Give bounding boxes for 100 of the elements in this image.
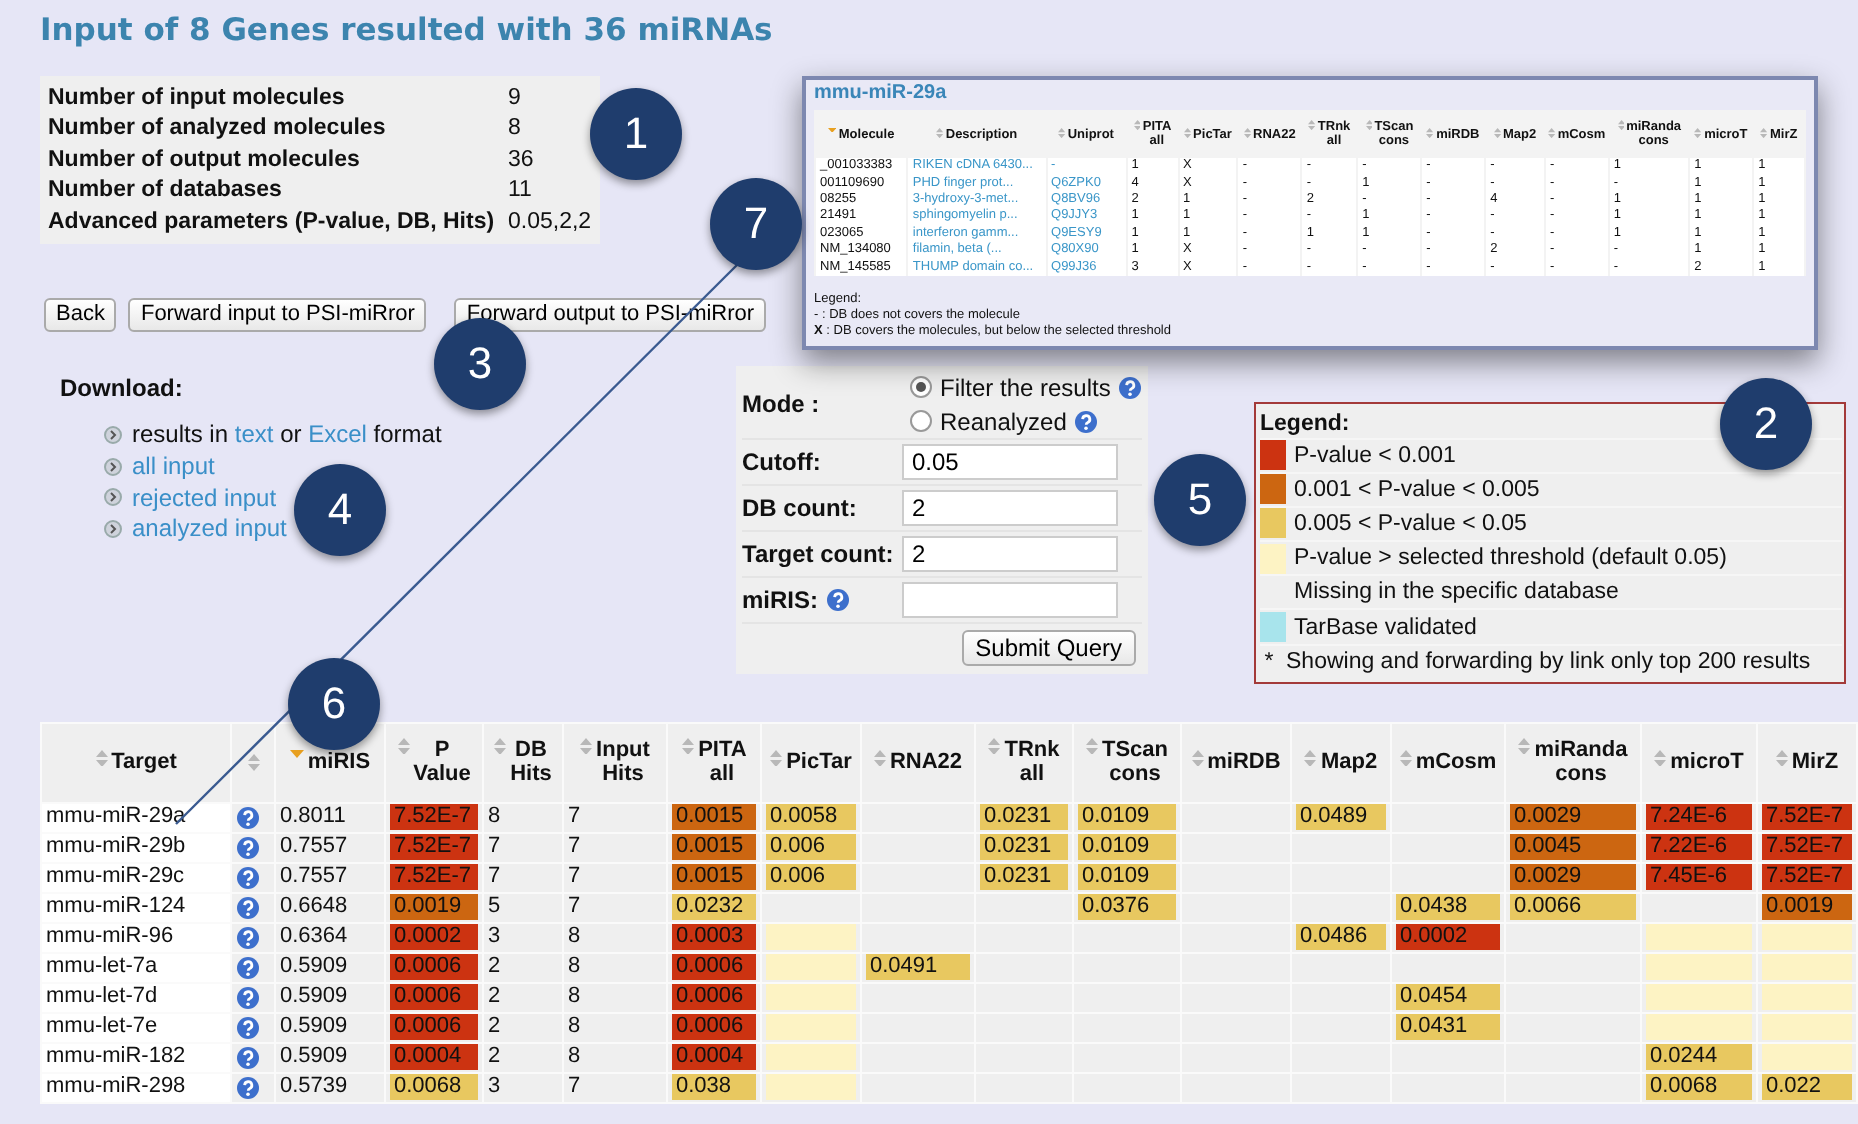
- sort-icon[interactable]: [1243, 127, 1251, 138]
- help-icon[interactable]: [236, 955, 260, 980]
- download-heading: Download:: [60, 373, 183, 401]
- chevron-bullet-icon: [104, 457, 122, 476]
- sort-icon[interactable]: [1183, 127, 1192, 138]
- help-icon[interactable]: [236, 925, 260, 950]
- sort-icon[interactable]: [988, 737, 1001, 755]
- help-icon[interactable]: [236, 865, 260, 890]
- help-icon[interactable]: [236, 895, 260, 920]
- sort-icon[interactable]: [1085, 737, 1098, 755]
- sort-icon[interactable]: [1058, 127, 1066, 138]
- legend-text: Showing and forwarding by link only top 200 results: [1286, 649, 1811, 674]
- sort-icon[interactable]: [1694, 127, 1703, 138]
- miris-value: 0.5739: [280, 1074, 348, 1099]
- hits-value: 3: [488, 1074, 501, 1099]
- sort-icon[interactable]: [1775, 749, 1788, 767]
- help-icon[interactable]: [236, 835, 260, 860]
- forward-button[interactable]: Forward input to PSI-miRror: [128, 297, 427, 331]
- hits-value: 7: [568, 894, 581, 919]
- summary-label: Number of databases: [48, 178, 284, 203]
- sort-icon[interactable]: [770, 749, 783, 767]
- sort-icon[interactable]: [95, 749, 108, 767]
- help-icon[interactable]: [236, 1015, 260, 1040]
- sort-icon[interactable]: [247, 754, 259, 772]
- summary-value: 0.05,2,2: [508, 209, 592, 234]
- input-field[interactable]: [902, 581, 1118, 617]
- step-marker: 5: [1154, 454, 1246, 546]
- page-title: Input of 8 Genes resulted with 36 miRNAs: [40, 12, 773, 48]
- score-cell: 0.0002: [390, 924, 478, 951]
- radio-label[interactable]: Filter the results: [940, 373, 1111, 401]
- sort-icon[interactable]: [1399, 749, 1412, 767]
- sort-icon[interactable]: [1426, 127, 1435, 138]
- input-field[interactable]: 2: [902, 489, 1118, 525]
- score-cell: 0.0491: [866, 954, 970, 981]
- sort-icon[interactable]: [936, 127, 944, 138]
- score-cell: 7.52E-7: [1762, 804, 1852, 831]
- hits-value: 2: [488, 954, 501, 979]
- sort-icon[interactable]: [1518, 737, 1531, 755]
- sort-icon[interactable]: [1760, 127, 1768, 138]
- back-button[interactable]: Back: [44, 297, 117, 331]
- sort-icon[interactable]: [1654, 749, 1667, 767]
- chevron-bullet-icon: [104, 488, 122, 507]
- radio-button[interactable]: [910, 410, 932, 432]
- sort-arrow-icon[interactable]: [289, 749, 304, 758]
- help-icon[interactable]: [236, 1075, 260, 1100]
- score-cell: 0.006: [766, 834, 856, 861]
- sort-icon[interactable]: [1493, 127, 1501, 138]
- help-icon[interactable]: [236, 1045, 260, 1070]
- target-name: mmu-miR-29c: [46, 864, 185, 889]
- radio-label[interactable]: Reanalyzed: [940, 407, 1067, 435]
- legend-text: P-value < 0.001: [1294, 443, 1456, 468]
- score-cell: 0.0006: [390, 1014, 478, 1041]
- score-cell: 7.52E-7: [1762, 864, 1852, 891]
- sort-icon[interactable]: [1308, 120, 1316, 131]
- summary-label: Number of input molecules: [48, 85, 347, 110]
- column-header[interactable]: Target: [111, 749, 177, 776]
- miris-value: 0.5909: [280, 984, 348, 1009]
- sort-icon[interactable]: [1365, 120, 1373, 131]
- sort-icon[interactable]: [494, 737, 507, 755]
- mode-label: Mode :: [742, 390, 820, 418]
- summary-label: Number of output molecules: [48, 147, 362, 172]
- input-field[interactable]: 0.05: [902, 443, 1118, 479]
- help-icon[interactable]: [236, 805, 260, 830]
- step-marker: 7: [710, 178, 802, 270]
- hits-value: 7: [568, 864, 581, 889]
- miris-value: 0.7557: [280, 834, 348, 859]
- sort-icon[interactable]: [1548, 127, 1556, 138]
- score-cell: 7.45E-6: [1646, 864, 1752, 891]
- score-cell: 7.52E-7: [1762, 834, 1852, 861]
- sort-arrow-icon[interactable]: [828, 127, 837, 132]
- sort-icon[interactable]: [1617, 120, 1625, 131]
- input-field[interactable]: 2: [902, 535, 1118, 571]
- sort-icon[interactable]: [1191, 749, 1204, 767]
- score-cell: 0.0058: [766, 804, 856, 831]
- score-cell: 0.0231: [980, 804, 1068, 831]
- help-icon[interactable]: [236, 985, 260, 1010]
- sort-icon[interactable]: [580, 737, 593, 755]
- sort-icon[interactable]: [682, 737, 695, 755]
- submit-button[interactable]: Submit Query: [961, 629, 1136, 665]
- help-icon[interactable]: [1074, 409, 1099, 433]
- sort-icon[interactable]: [397, 737, 410, 755]
- hits-value: 7: [568, 1074, 581, 1099]
- hits-value: 8: [568, 984, 581, 1009]
- hits-value: 7: [568, 834, 581, 859]
- score-cell: 0.0438: [1396, 894, 1500, 921]
- help-icon[interactable]: [826, 587, 851, 611]
- sort-icon[interactable]: [873, 749, 886, 767]
- summary-label: Number of analyzed molecules: [48, 116, 388, 141]
- help-icon[interactable]: [1118, 375, 1143, 399]
- sort-icon[interactable]: [1133, 120, 1141, 131]
- hits-value: 8: [568, 1014, 581, 1039]
- score-cell: 0.0029: [1510, 864, 1636, 891]
- legend-text: TarBase validated: [1294, 615, 1477, 640]
- radio-button[interactable]: [910, 376, 932, 398]
- legend-text: P-value > selected threshold (default 0.05): [1294, 546, 1727, 571]
- miris-value: 0.6364: [280, 924, 348, 949]
- score-cell: 0.0002: [1396, 924, 1500, 951]
- sort-icon[interactable]: [1304, 749, 1317, 767]
- column-header[interactable]: MirZ: [1791, 749, 1839, 776]
- score-cell: 0.0376: [1078, 894, 1176, 921]
